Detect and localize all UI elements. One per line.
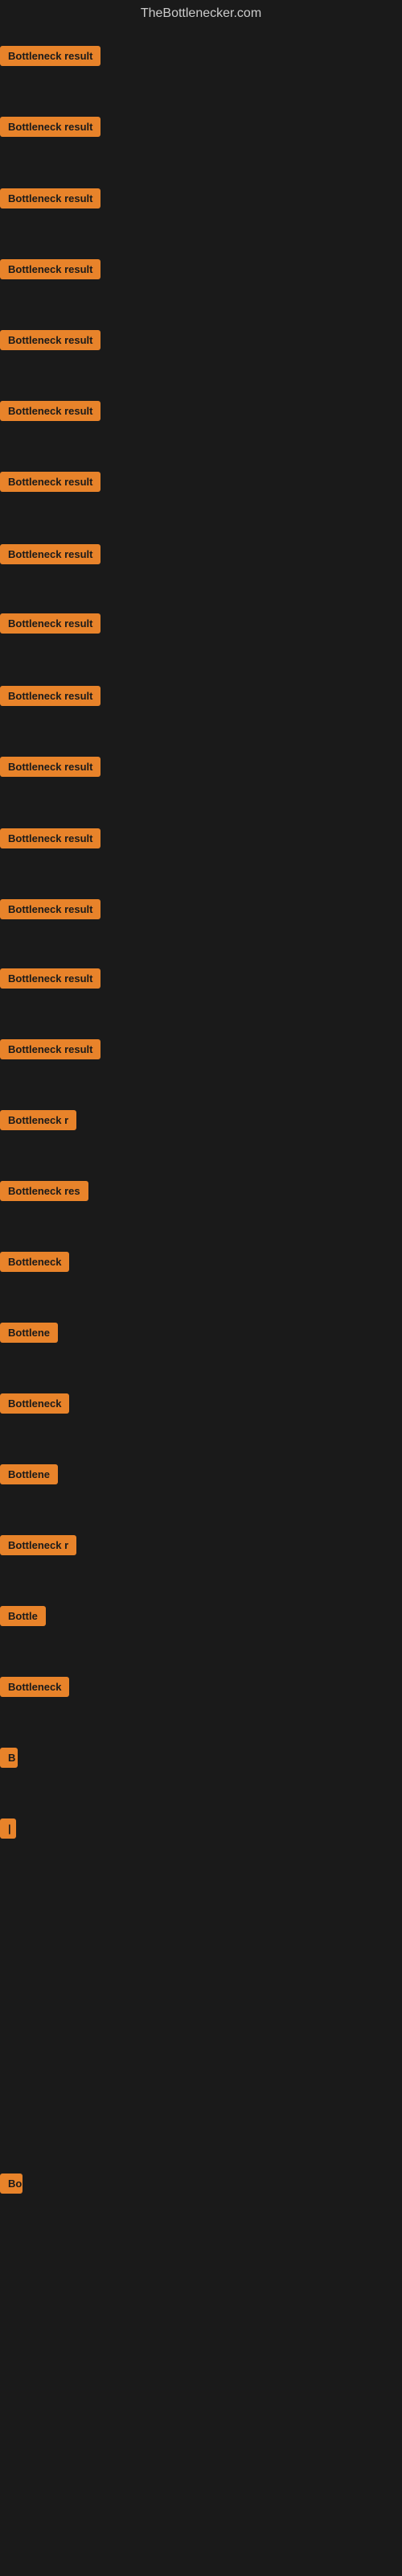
bottleneck-badge-3: Bottleneck result — [0, 188, 100, 208]
bottleneck-item-20: Bottleneck — [0, 1393, 69, 1418]
bottleneck-item-6: Bottleneck result — [0, 401, 100, 425]
bottleneck-item-14: Bottleneck result — [0, 968, 100, 993]
bottleneck-badge-8: Bottleneck result — [0, 544, 100, 564]
bottleneck-badge-10: Bottleneck result — [0, 686, 100, 706]
bottleneck-badge-25: B — [0, 1748, 18, 1768]
bottleneck-item-3: Bottleneck result — [0, 188, 100, 213]
bottleneck-badge-17: Bottleneck res — [0, 1181, 88, 1201]
bottleneck-badge-23: Bottle — [0, 1606, 46, 1626]
bottleneck-item-13: Bottleneck result — [0, 899, 100, 923]
bottleneck-badge-27: Bo — [0, 2174, 23, 2194]
bottleneck-badge-9: Bottleneck result — [0, 613, 100, 634]
bottleneck-item-24: Bottleneck — [0, 1677, 69, 1701]
site-title: TheBottlenecker.com — [0, 0, 402, 27]
bottleneck-badge-14: Bottleneck result — [0, 968, 100, 989]
bottleneck-item-17: Bottleneck res — [0, 1181, 88, 1205]
bottleneck-badge-6: Bottleneck result — [0, 401, 100, 421]
bottleneck-item-8: Bottleneck result — [0, 544, 100, 568]
bottleneck-item-4: Bottleneck result — [0, 259, 100, 283]
bottleneck-item-19: Bottlene — [0, 1323, 58, 1347]
bottleneck-badge-26: | — [0, 1818, 16, 1839]
bottleneck-item-26: | — [0, 1818, 16, 1843]
bottleneck-item-10: Bottleneck result — [0, 686, 100, 710]
bottleneck-item-1: Bottleneck result — [0, 46, 100, 70]
bottleneck-badge-19: Bottlene — [0, 1323, 58, 1343]
bottleneck-item-25: B — [0, 1748, 18, 1772]
bottleneck-badge-7: Bottleneck result — [0, 472, 100, 492]
bottleneck-badge-13: Bottleneck result — [0, 899, 100, 919]
bottleneck-item-23: Bottle — [0, 1606, 46, 1630]
bottleneck-badge-24: Bottleneck — [0, 1677, 69, 1697]
bottleneck-item-18: Bottleneck — [0, 1252, 69, 1276]
bottleneck-badge-18: Bottleneck — [0, 1252, 69, 1272]
bottleneck-badge-21: Bottlene — [0, 1464, 58, 1484]
bottleneck-badge-12: Bottleneck result — [0, 828, 100, 848]
bottleneck-item-5: Bottleneck result — [0, 330, 100, 354]
bottleneck-item-9: Bottleneck result — [0, 613, 100, 638]
bottleneck-item-27: Bo — [0, 2174, 23, 2198]
bottleneck-badge-11: Bottleneck result — [0, 757, 100, 777]
bottleneck-item-15: Bottleneck result — [0, 1039, 100, 1063]
bottleneck-badge-16: Bottleneck r — [0, 1110, 76, 1130]
bottleneck-badge-5: Bottleneck result — [0, 330, 100, 350]
bottleneck-item-21: Bottlene — [0, 1464, 58, 1488]
bottleneck-badge-4: Bottleneck result — [0, 259, 100, 279]
bottleneck-item-2: Bottleneck result — [0, 117, 100, 141]
bottleneck-badge-2: Bottleneck result — [0, 117, 100, 137]
bottleneck-item-11: Bottleneck result — [0, 757, 100, 781]
site-title-bar: TheBottlenecker.com — [0, 0, 402, 27]
bottleneck-badge-15: Bottleneck result — [0, 1039, 100, 1059]
bottleneck-item-22: Bottleneck r — [0, 1535, 76, 1559]
bottleneck-badge-22: Bottleneck r — [0, 1535, 76, 1555]
bottleneck-item-16: Bottleneck r — [0, 1110, 76, 1134]
bottleneck-item-7: Bottleneck result — [0, 472, 100, 496]
bottleneck-item-12: Bottleneck result — [0, 828, 100, 852]
bottleneck-badge-20: Bottleneck — [0, 1393, 69, 1414]
bottleneck-badge-1: Bottleneck result — [0, 46, 100, 66]
